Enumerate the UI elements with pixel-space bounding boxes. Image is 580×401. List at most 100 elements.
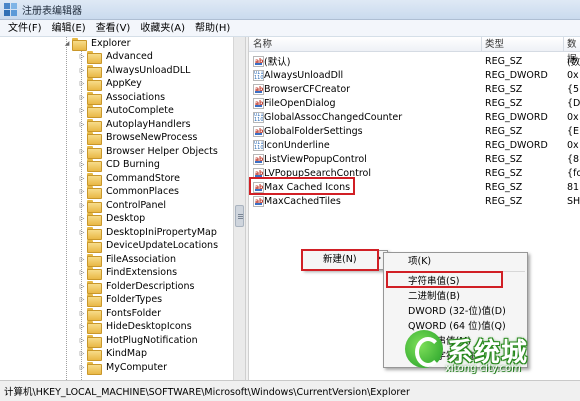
value-row[interactable]: 011 110 GlobalAssocChangedCounter REG_DWORD… bbox=[249, 110, 580, 124]
tree-item[interactable]: ▷ CommonPlaces bbox=[77, 185, 179, 200]
tree-item[interactable]: ▷ HideDesktopIcons bbox=[77, 320, 192, 335]
string-value-icon: ab bbox=[253, 125, 264, 137]
key-tree-pane[interactable]: ◢ Explorer ▷ Advanced ▷ AlwaysUnloadDLL ▷ A… bbox=[0, 37, 233, 380]
expand-arrow-icon[interactable]: ▷ bbox=[77, 310, 87, 317]
highlight-new-menu bbox=[301, 249, 379, 271]
tree-item[interactable]: ▷ Desktop bbox=[77, 212, 145, 227]
tree-item[interactable]: ▷ MyComputer bbox=[77, 361, 167, 375]
menu-file[interactable]: 文件(F) bbox=[3, 21, 47, 36]
tree-item[interactable]: ▷ Advanced bbox=[77, 50, 153, 65]
expand-arrow-icon[interactable]: ▷ bbox=[77, 337, 87, 344]
string-value-icon: ab bbox=[253, 55, 264, 67]
expand-arrow-icon[interactable]: ▷ bbox=[77, 215, 87, 222]
tree-item[interactable]: ▷ AppKey bbox=[77, 77, 142, 92]
expand-arrow-icon[interactable]: ▷ bbox=[77, 161, 87, 168]
expand-arrow-icon[interactable]: ▷ bbox=[77, 202, 87, 209]
status-path: 计算机\HKEY_LOCAL_MACHINE\SOFTWARE\Microsof… bbox=[4, 387, 410, 398]
tree-item[interactable]: ▷ DesktopIniPropertyMap bbox=[77, 226, 217, 240]
expand-arrow-icon[interactable]: ▷ bbox=[77, 350, 87, 357]
dword-value-icon: 011 110 bbox=[253, 139, 264, 151]
tree-scrollbar[interactable] bbox=[233, 37, 245, 380]
tree-item[interactable]: ▷ FontsFolder bbox=[77, 307, 161, 321]
folder-icon bbox=[87, 267, 102, 281]
folder-icon bbox=[87, 213, 102, 227]
tree-item[interactable]: ▷ ControlPanel bbox=[77, 199, 166, 213]
expand-arrow-icon[interactable]: ▷ bbox=[77, 175, 87, 182]
expand-arrow-icon[interactable]: ▷ bbox=[77, 323, 87, 330]
folder-icon bbox=[87, 51, 102, 65]
expand-arrow-icon[interactable]: ▷ bbox=[77, 80, 87, 87]
tree-scrollbar-thumb[interactable] bbox=[235, 205, 244, 227]
expand-arrow-icon[interactable]: ▷ bbox=[77, 296, 87, 303]
expand-arrow-icon[interactable]: ▷ bbox=[77, 121, 87, 128]
tree-item[interactable]: BrowseNewProcess bbox=[77, 131, 197, 146]
folder-icon bbox=[87, 240, 102, 254]
watermark-logo: 系统城 xitong city.com bbox=[405, 330, 573, 374]
tree-item[interactable]: ▷ Browser Helper Objects bbox=[77, 145, 218, 159]
folder-icon bbox=[87, 280, 102, 294]
expand-arrow-icon[interactable]: ▷ bbox=[77, 94, 87, 101]
menu-edit[interactable]: 编辑(E) bbox=[47, 21, 91, 36]
tree-item[interactable]: ▷ HotPlugNotification bbox=[77, 334, 198, 348]
expand-arrow-icon[interactable]: ▷ bbox=[77, 364, 87, 371]
value-row[interactable]: ab GlobalFolderSettings REG_SZ {E bbox=[249, 124, 580, 138]
value-row[interactable]: ab MaxCachedTiles REG_SZ SH bbox=[249, 194, 580, 208]
tree-item[interactable]: ▷ FindExtensions bbox=[77, 266, 177, 281]
value-row[interactable]: ab (默认) REG_SZ (数 bbox=[249, 54, 580, 68]
tree-item[interactable]: ▷ AlwaysUnloadDLL bbox=[77, 64, 190, 78]
highlight-max-cached-icons bbox=[249, 177, 355, 195]
highlight-string-value bbox=[386, 271, 503, 288]
column-data-header[interactable]: 数据 bbox=[563, 37, 580, 65]
tree-item-explorer[interactable]: ◢ Explorer bbox=[62, 37, 131, 52]
menu-bar: 文件(F) 编辑(E) 查看(V) 收藏夹(A) 帮助(H) bbox=[0, 20, 580, 37]
collapse-arrow-icon[interactable]: ◢ bbox=[62, 40, 72, 47]
tree-item[interactable]: ▷ AutoplayHandlers bbox=[77, 118, 191, 132]
expand-arrow-icon[interactable]: ▷ bbox=[77, 67, 87, 74]
folder-icon bbox=[87, 294, 102, 308]
xitongcheng-logo-icon bbox=[405, 330, 443, 368]
title-bar: 注册表编辑器 bbox=[0, 0, 580, 20]
folder-icon bbox=[87, 253, 102, 267]
column-type-header[interactable]: 类型 bbox=[481, 37, 504, 52]
tree-item[interactable]: ▷ KindMap bbox=[77, 347, 147, 362]
expand-arrow-icon[interactable]: ▷ bbox=[77, 283, 87, 290]
menu-help[interactable]: 帮助(H) bbox=[190, 21, 235, 36]
value-row[interactable]: ab FileOpenDialog REG_SZ {D bbox=[249, 96, 580, 110]
string-value-icon: ab bbox=[253, 195, 264, 207]
folder-icon bbox=[87, 145, 102, 159]
folder-icon bbox=[87, 105, 102, 119]
value-row[interactable]: ab BrowserCFCreator REG_SZ {5 bbox=[249, 82, 580, 96]
tree-item[interactable]: DeviceUpdateLocations bbox=[77, 239, 218, 254]
tree-item[interactable]: ▷ CD Burning bbox=[77, 158, 160, 173]
value-row[interactable]: 011 110 IconUnderline REG_DWORD 0x bbox=[249, 138, 580, 152]
menu-favorites[interactable]: 收藏夹(A) bbox=[135, 21, 190, 36]
folder-icon bbox=[87, 78, 102, 92]
value-row[interactable]: ab ListViewPopupControl REG_SZ {8 bbox=[249, 152, 580, 166]
tree-item[interactable]: ▷ FolderDescriptions bbox=[77, 280, 194, 294]
expand-arrow-icon[interactable]: ▷ bbox=[77, 148, 87, 155]
value-row[interactable]: 011 110 AlwaysUnloadDll REG_DWORD 0x bbox=[249, 68, 580, 82]
submenu-item-binary-value[interactable]: 二进制值(B) bbox=[408, 290, 460, 304]
expand-arrow-icon[interactable]: ▷ bbox=[77, 256, 87, 263]
folder-icon bbox=[87, 361, 102, 375]
tree-item[interactable]: ▷ CommandStore bbox=[77, 172, 180, 186]
folder-icon bbox=[87, 226, 102, 240]
column-name-header[interactable]: 名称 bbox=[249, 37, 272, 52]
expand-arrow-icon[interactable]: ▷ bbox=[77, 107, 87, 114]
submenu-item-key[interactable]: 项(K) bbox=[408, 255, 431, 269]
expand-arrow-icon[interactable]: ▷ bbox=[77, 188, 87, 195]
string-value-icon: ab bbox=[253, 97, 264, 109]
dword-value-icon: 011 110 bbox=[253, 69, 264, 81]
status-bar: 计算机\HKEY_LOCAL_MACHINE\SOFTWARE\Microsof… bbox=[0, 380, 580, 401]
folder-icon bbox=[87, 334, 102, 348]
tree-item[interactable]: ▷ FolderTypes bbox=[77, 293, 162, 308]
tree-item[interactable]: ▷ FileAssociation bbox=[77, 253, 176, 267]
tree-item[interactable]: ▷ Associations bbox=[77, 91, 165, 105]
expand-arrow-icon[interactable]: ▷ bbox=[77, 269, 87, 276]
tree-item[interactable]: ▷ AutoComplete bbox=[77, 104, 174, 119]
expand-arrow-icon[interactable]: ▷ bbox=[77, 53, 87, 60]
open-folder-icon bbox=[72, 38, 87, 52]
expand-arrow-icon[interactable]: ▷ bbox=[77, 229, 87, 236]
menu-view[interactable]: 查看(V) bbox=[91, 21, 136, 36]
submenu-item-dword-value[interactable]: DWORD (32-位)值(D) bbox=[408, 305, 506, 319]
